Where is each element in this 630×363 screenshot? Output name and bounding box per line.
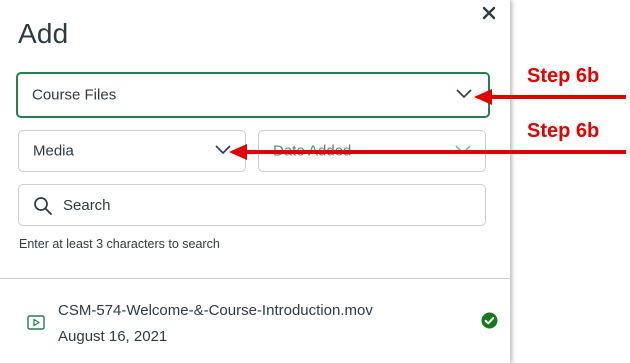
add-dialog: Add Course Files Media Date Added E	[0, 0, 510, 363]
search-box	[18, 184, 486, 226]
file-date: August 16, 2021	[58, 328, 168, 345]
list-item[interactable]: CSM-574-Welcome-&-Course-Introduction.mo…	[0, 279, 510, 363]
dialog-title: Add	[18, 18, 69, 49]
sort-select[interactable]: Date Added	[258, 130, 486, 172]
annotation-label: Step 6b	[527, 120, 600, 142]
sort-select-label: Date Added	[273, 142, 352, 160]
close-icon[interactable]	[480, 4, 498, 22]
source-select-label: Course Files	[32, 86, 117, 104]
annotation-label: Step 6b	[527, 65, 600, 87]
source-select[interactable]: Course Files	[16, 72, 490, 118]
video-file-icon	[27, 315, 45, 336]
check-circle-icon	[481, 312, 498, 334]
file-name: CSM-574-Welcome-&-Course-Introduction.mo…	[58, 302, 373, 319]
content-type-select[interactable]: Media	[18, 130, 246, 172]
search-icon	[33, 196, 53, 221]
chevron-down-icon	[456, 86, 472, 104]
chevron-down-icon	[215, 142, 231, 160]
search-hint: Enter at least 3 characters to search	[19, 237, 220, 251]
chevron-down-icon	[455, 142, 471, 160]
search-input[interactable]	[63, 194, 463, 216]
content-type-select-label: Media	[33, 142, 74, 160]
